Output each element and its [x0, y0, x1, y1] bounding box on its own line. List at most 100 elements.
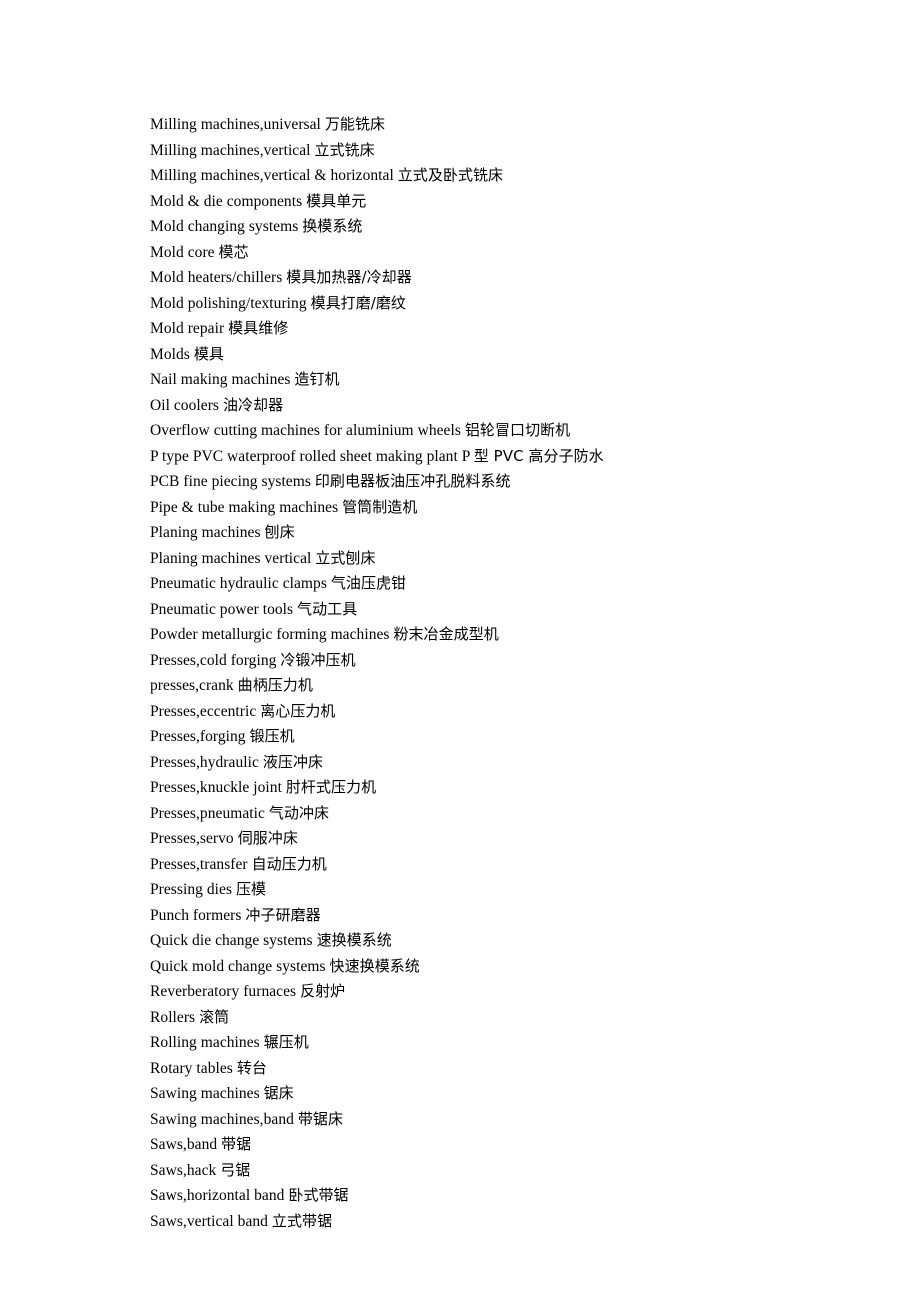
glossary-entry: Saws,band 带锯: [150, 1132, 870, 1158]
glossary-entry-chinese: 气油压虎钳: [330, 574, 407, 592]
glossary-entry-english: Saws,hack: [150, 1161, 217, 1179]
glossary-entry-chinese: 刨床: [264, 523, 295, 541]
glossary-entry-chinese: 粉末冶金成型机: [393, 625, 499, 643]
glossary-entry: Saws,horizontal band 卧式带锯: [150, 1183, 870, 1209]
glossary-entry-english: Saws,vertical band: [150, 1212, 268, 1230]
glossary-entry: Reverberatory furnaces 反射炉: [150, 979, 870, 1005]
glossary-entry: Milling machines,vertical & horizontal 立…: [150, 163, 870, 189]
glossary-entry-english: Rollers: [150, 1008, 196, 1026]
glossary-entry: Overflow cutting machines for aluminium …: [150, 418, 870, 444]
glossary-entry-english: Quick mold change systems: [150, 957, 326, 975]
glossary-entry-english: Planing machines vertical: [150, 549, 312, 567]
glossary-entry-english: Pneumatic power tools: [150, 600, 294, 618]
glossary-entry: Nail making machines 造钉机: [150, 367, 870, 393]
glossary-entry: Milling machines,universal 万能铣床: [150, 112, 870, 138]
glossary-entry: Presses,eccentric 离心压力机: [150, 699, 870, 725]
glossary-entry: Sawing machines 锯床: [150, 1081, 870, 1107]
glossary-entry-english: Sawing machines: [150, 1085, 260, 1102]
glossary-entry: Rollers 滚筒: [150, 1005, 870, 1031]
glossary-entry-english: Oil coolers: [150, 396, 219, 414]
glossary-entry: Oil coolers 油冷却器: [150, 393, 870, 419]
glossary-entry: Mold polishing/texturing 模具打磨/磨纹: [150, 291, 870, 317]
glossary-entry-chinese: 立式刨床: [315, 548, 376, 567]
glossary-entry-english: Rotary tables: [150, 1059, 233, 1077]
glossary-entry: Milling machines,vertical 立式铣床: [150, 138, 870, 164]
glossary-entry-english: Mold & die components: [150, 192, 303, 210]
glossary-entry-chinese: 曲柄压力机: [237, 676, 313, 694]
glossary-entry: Presses,transfer 自动压力机: [150, 852, 870, 878]
glossary-entry-english: Overflow cutting machines for aluminium …: [150, 422, 461, 439]
glossary-entry: Planing machines vertical 立式刨床: [150, 546, 870, 572]
glossary-entry-chinese: 液压冲床: [262, 752, 324, 771]
glossary-entry-chinese: 气动冲床: [268, 803, 330, 822]
glossary-entry: Mold heaters/chillers 模具加热器/冷却器: [150, 265, 870, 291]
glossary-entry-chinese: 锯床: [263, 1084, 294, 1102]
glossary-entry-english: Presses,cold forging: [150, 651, 277, 669]
glossary-entry: Punch formers 冲子研磨器: [150, 903, 870, 929]
glossary-entry-chinese: 锻压机: [249, 727, 295, 745]
glossary-entry-chinese: 万能铣床: [324, 115, 386, 133]
glossary-entry: Mold & die components 模具单元: [150, 189, 870, 215]
glossary-entry-chinese: 立式及卧式铣床: [397, 166, 504, 184]
glossary-entry: Rolling machines 辗压机: [150, 1030, 870, 1056]
glossary-entry-chinese: 肘杆式压力机: [285, 778, 377, 796]
glossary-entry-english: Pneumatic hydraulic clamps: [150, 575, 327, 592]
glossary-entry-chinese: 转台: [236, 1058, 267, 1077]
glossary-entry: Mold repair 模具维修: [150, 316, 870, 342]
glossary-entry-english: Saws,band: [150, 1136, 218, 1153]
glossary-entry-chinese: 印刷电器板油压冲孔脱料系统: [314, 472, 511, 490]
glossary-entry: Presses,servo 伺服冲床: [150, 826, 870, 852]
glossary-entry-english: Pressing dies: [150, 881, 233, 898]
glossary-entry-chinese: 气动工具: [297, 599, 358, 618]
glossary-entry-chinese: 冲子研磨器: [245, 905, 321, 924]
glossary-entry-english: PCB fine piecing systems: [150, 473, 311, 490]
glossary-entry-english: Mold repair: [150, 320, 225, 337]
glossary-entry-english: Milling machines,universal: [150, 116, 321, 133]
glossary-entry-chinese: 立式铣床: [314, 140, 375, 159]
glossary-entry-chinese: 模具维修: [228, 319, 289, 337]
glossary-entry-english: Powder metallurgic forming machines: [150, 626, 390, 643]
glossary-entry-chinese: 带锯: [221, 1135, 252, 1153]
glossary-entry-english: Saws,horizontal band: [150, 1187, 285, 1204]
glossary-entry: Saws,hack 弓锯: [150, 1158, 870, 1184]
glossary-entry: Pipe & tube making machines 管筒制造机: [150, 495, 870, 521]
glossary-entry: Presses,pneumatic 气动冲床: [150, 801, 870, 827]
glossary-entry: Saws,vertical band 立式带锯: [150, 1209, 870, 1235]
glossary-entry-chinese: 弓锯: [220, 1160, 251, 1179]
glossary-entry-chinese: 自动压力机: [251, 854, 327, 873]
glossary-entry: PCB fine piecing systems 印刷电器板油压冲孔脱料系统: [150, 469, 870, 495]
glossary-entry-english: Presses,hydraulic: [150, 753, 259, 771]
glossary-entry-chinese: 带锯床: [297, 1109, 344, 1128]
glossary-entry-english: Presses,knuckle joint: [150, 779, 282, 796]
glossary-entry: Molds 模具: [150, 342, 870, 368]
glossary-entry-english: Reverberatory furnaces: [150, 983, 297, 1000]
glossary-entry: Presses,cold forging 冷锻冲压机: [150, 648, 870, 674]
glossary-entry: Presses,hydraulic 液压冲床: [150, 750, 870, 776]
glossary-entry: Pneumatic hydraulic clamps 气油压虎钳: [150, 571, 870, 597]
glossary-entry-english: Presses,servo: [150, 830, 234, 847]
glossary-entry: P type PVC waterproof rolled sheet makin…: [150, 444, 870, 470]
glossary-entry: presses,crank 曲柄压力机: [150, 673, 870, 699]
glossary-list: Milling machines,universal 万能铣床 Milling m…: [150, 112, 870, 1234]
glossary-entry-chinese: 冷锻冲压机: [280, 650, 356, 669]
glossary-entry-chinese: 模芯: [218, 242, 249, 261]
glossary-entry: Mold core 模芯: [150, 240, 870, 266]
glossary-entry-english: Pipe & tube making machines: [150, 498, 339, 516]
glossary-entry-english: Planing machines: [150, 524, 261, 541]
glossary-entry-chinese: 立式带锯: [271, 1211, 333, 1230]
glossary-entry-chinese: 卧式带锯: [288, 1186, 349, 1204]
glossary-entry-english: Mold changing systems: [150, 218, 299, 235]
glossary-entry: Presses,knuckle joint 肘杆式压力机: [150, 775, 870, 801]
glossary-entry-english: Sawing machines,band: [150, 1110, 294, 1128]
glossary-entry-english: Presses,pneumatic: [150, 804, 265, 822]
glossary-entry-chinese: 模具加热器/冷却器: [286, 268, 412, 286]
glossary-entry-chinese: 离心压力机: [260, 701, 336, 720]
glossary-entry: Quick mold change systems 快速换模系统: [150, 954, 870, 980]
glossary-entry-english: Milling machines,vertical & horizontal: [150, 167, 394, 184]
glossary-entry: Pneumatic power tools 气动工具: [150, 597, 870, 623]
glossary-entry-chinese: 快速换模系统: [329, 956, 420, 975]
document-page: Milling machines,universal 万能铣床 Milling m…: [0, 0, 920, 1301]
glossary-entry-english: Presses,transfer: [150, 855, 248, 873]
glossary-entry: Planing machines 刨床: [150, 520, 870, 546]
glossary-entry-english: Quick die change systems: [150, 932, 313, 949]
